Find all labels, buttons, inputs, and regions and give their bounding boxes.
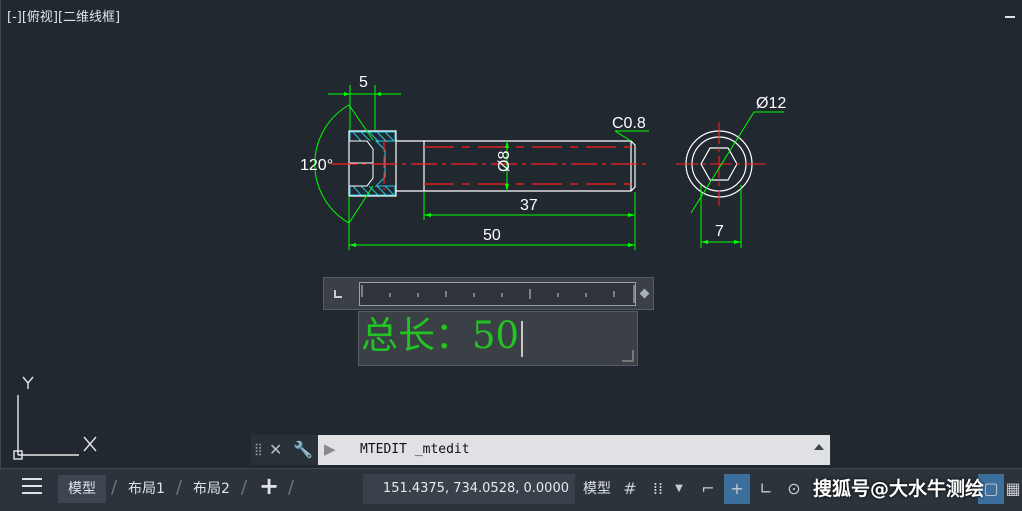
more-icon[interactable]: ▦ bbox=[1004, 474, 1022, 504]
dim-text-hex: 7 bbox=[715, 223, 724, 240]
command-prompt-icon[interactable]: ▶ bbox=[324, 440, 336, 458]
dim-text-diameter: Ø8 bbox=[496, 151, 513, 172]
tab-separator: / bbox=[176, 477, 183, 498]
dim-text-circle: Ø12 bbox=[756, 95, 786, 112]
coordinates-text: 151.4375, 734.0528, 0.0000 bbox=[382, 481, 569, 496]
ortho-icon[interactable]: ∟ bbox=[753, 474, 779, 504]
polar-tracking-icon[interactable]: ⊙ bbox=[781, 474, 807, 504]
tab-separator: / bbox=[288, 477, 295, 498]
ruler-ticks bbox=[361, 285, 635, 303]
drawing-viewport[interactable]: [-][俯视][二维线框] 5 120° Ø8 C0.8 37 50 Ø12 7… bbox=[0, 0, 1022, 468]
mtext-ruler[interactable] bbox=[323, 277, 654, 310]
command-input[interactable]: ▶ MTEDIT _mtedit bbox=[318, 435, 830, 465]
end-view bbox=[676, 111, 784, 248]
dynamic-input-icon[interactable]: + bbox=[724, 474, 750, 504]
command-line[interactable]: ⣿ ✕ 🔧 ▶ MTEDIT _mtedit bbox=[251, 435, 831, 465]
width-handle-icon[interactable] bbox=[639, 288, 650, 299]
tab-layout2[interactable]: 布局2 bbox=[183, 475, 240, 503]
dimension-arrows bbox=[344, 92, 635, 247]
cad-drawing: 5 120° Ø8 C0.8 37 50 Ø12 7 bbox=[13, 74, 786, 460]
watermark: 搜狐号@大水牛测绘 bbox=[813, 478, 985, 500]
dim-text-50: 50 bbox=[483, 227, 501, 244]
tab-separator: / bbox=[111, 477, 118, 498]
infer-constraints-icon[interactable]: ⌐ bbox=[695, 474, 721, 504]
mtext-content[interactable]: 总长：50 bbox=[361, 314, 519, 357]
snap-icon[interactable]: ⁞⁞ bbox=[645, 474, 671, 504]
menu-icon[interactable] bbox=[22, 478, 42, 494]
mtext-editor[interactable]: 总长：50 bbox=[358, 311, 638, 366]
mtext-content-wrap[interactable]: 总长：50 bbox=[361, 314, 524, 358]
model-space-button[interactable]: 模型 bbox=[578, 474, 616, 504]
dim-text-angle: 120° bbox=[300, 157, 333, 174]
indent-icon[interactable] bbox=[334, 290, 342, 298]
text-caret bbox=[521, 320, 524, 357]
dropdown-arrow-icon[interactable]: ▼ bbox=[670, 474, 688, 504]
dimensions bbox=[314, 85, 649, 250]
command-text[interactable]: MTEDIT _mtedit bbox=[360, 442, 470, 457]
dim-text-37: 37 bbox=[520, 197, 538, 214]
dim-text-5: 5 bbox=[359, 74, 368, 91]
tab-separator: / bbox=[241, 477, 248, 498]
resize-grip-icon[interactable] bbox=[622, 350, 634, 362]
command-history-arrow-icon[interactable] bbox=[814, 444, 824, 450]
tab-layout1[interactable]: 布局1 bbox=[118, 475, 175, 503]
dim-text-chamfer: C0.8 bbox=[612, 115, 646, 132]
grip-icon[interactable]: ⣿ bbox=[254, 442, 263, 456]
coordinates-display[interactable]: 151.4375, 734.0528, 0.0000 bbox=[363, 474, 575, 504]
tab-model[interactable]: 模型 bbox=[58, 475, 106, 503]
ruler-bar[interactable] bbox=[359, 282, 636, 306]
grid-icon[interactable]: # bbox=[617, 474, 643, 504]
add-layout-button[interactable]: + bbox=[259, 472, 279, 500]
ucs-icon bbox=[13, 376, 97, 460]
wrench-icon[interactable]: 🔧 bbox=[293, 440, 313, 459]
close-icon[interactable]: ✕ bbox=[269, 440, 282, 459]
